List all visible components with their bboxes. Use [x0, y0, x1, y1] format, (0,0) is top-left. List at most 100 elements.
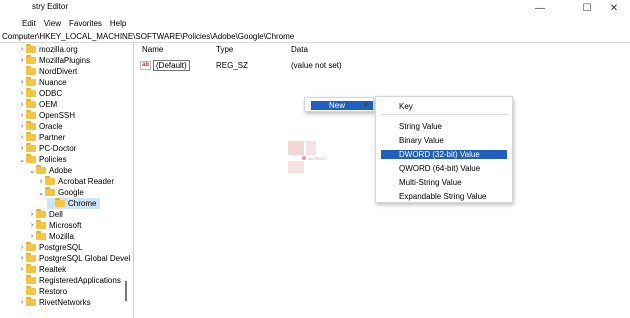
chevron-right-icon[interactable]: ›: [18, 46, 26, 53]
tree-item-microsoft[interactable]: › Microsoft: [28, 220, 81, 231]
tree-item-dell[interactable]: › Dell: [28, 209, 63, 220]
tree-item-label: Acrobat Reader: [58, 177, 115, 186]
chevron-right-icon[interactable]: ›: [18, 266, 26, 273]
tree-item-label: OEM: [39, 100, 58, 109]
tree-item-policies[interactable]: ⌄ Policies: [18, 154, 67, 165]
chevron-down-icon[interactable]: ⌄: [37, 189, 45, 197]
address-bar[interactable]: Computer\HKEY_LOCAL_MACHINE\SOFTWARE\Pol…: [0, 30, 630, 43]
folder-icon: [26, 253, 36, 262]
tree-item-label: Realtek: [39, 265, 67, 274]
folder-icon: [26, 264, 36, 273]
tree-item-label: Oracle: [39, 122, 63, 131]
chevron-right-icon[interactable]: ›: [28, 233, 36, 240]
folder-icon: [26, 132, 36, 141]
folder-icon: [26, 88, 36, 97]
chevron-right-icon[interactable]: ›: [18, 101, 26, 108]
chevron-right-icon[interactable]: ›: [18, 79, 26, 86]
menu-bar: Edit View Favorites Help: [0, 16, 630, 30]
watermark-logo: wccftech: [284, 139, 334, 175]
tree-item-label: ODBC: [39, 89, 63, 98]
tree-item-chrome[interactable]: Chrome: [47, 198, 101, 209]
close-icon: ✕: [609, 2, 619, 14]
tree-item-rivetnetworks[interactable]: › RivetNetworks: [18, 297, 91, 308]
column-header-name[interactable]: Name: [142, 45, 163, 54]
menu-favorites[interactable]: Favorites: [69, 19, 102, 28]
chevron-down-icon[interactable]: ⌄: [28, 167, 36, 175]
submenu-item-key[interactable]: Key: [399, 102, 413, 111]
tree-item-mozilla-org[interactable]: › mozilla.org: [18, 44, 78, 55]
column-header-data[interactable]: Data: [291, 45, 308, 54]
chevron-right-icon[interactable]: ›: [18, 244, 26, 251]
tree-item-oracle[interactable]: › Oracle: [18, 121, 63, 132]
tree-item-oem[interactable]: › OEM: [18, 99, 57, 110]
minimize-button[interactable]: —: [522, 0, 558, 16]
context-menu: New ▶: [304, 97, 374, 112]
close-button[interactable]: ✕: [598, 0, 630, 16]
tree-item-label: Chrome: [68, 199, 97, 208]
tree-scrollbar[interactable]: [125, 281, 127, 301]
tree-item-nuance[interactable]: › Nuance: [18, 77, 67, 88]
menu-help[interactable]: Help: [110, 19, 126, 28]
submenu-item-multi-string-value[interactable]: Multi-String Value: [399, 178, 462, 187]
tree-item-label: Google: [58, 188, 84, 197]
folder-icon: [36, 220, 46, 229]
submenu-item-expandable-string-value[interactable]: Expandable String Value: [399, 192, 486, 201]
tree-item-restoro[interactable]: Restoro: [18, 286, 67, 297]
chevron-right-icon[interactable]: ›: [28, 211, 36, 218]
folder-icon: [26, 99, 36, 108]
folder-icon: [26, 55, 36, 64]
menu-edit[interactable]: Edit: [22, 19, 36, 28]
string-value-icon: ab: [140, 60, 152, 70]
tree-item-odbc[interactable]: › ODBC: [18, 88, 62, 99]
folder-icon: [26, 44, 36, 53]
tree-item-partner[interactable]: › Partner: [18, 132, 65, 143]
value-row[interactable]: ab (Default): [140, 59, 190, 71]
chevron-right-icon[interactable]: ›: [18, 134, 26, 141]
chevron-right-icon[interactable]: ›: [18, 57, 26, 64]
menu-view[interactable]: View: [44, 19, 61, 28]
tree-item-google[interactable]: ⌄ Google: [37, 187, 84, 198]
chevron-down-icon[interactable]: ⌄: [18, 156, 26, 164]
folder-icon: [26, 66, 36, 75]
folder-icon: [26, 121, 36, 130]
folder-icon: [45, 187, 55, 196]
menu-item-new-label: New: [329, 101, 346, 110]
menu-separator: [381, 114, 509, 115]
submenu-item-dword-value[interactable]: DWORD (32-bit) Value: [399, 150, 480, 159]
new-submenu: Key String Value Binary Value DWORD (32-…: [375, 96, 513, 203]
submenu-item-qword-value[interactable]: QWORD (64-bit) Value: [399, 164, 480, 173]
value-type: REG_SZ: [216, 60, 249, 70]
column-header-type[interactable]: Type: [216, 45, 233, 54]
folder-icon: [26, 110, 36, 119]
chevron-right-icon[interactable]: ›: [18, 145, 26, 152]
tree-item-adobe[interactable]: ⌄ Adobe: [28, 165, 72, 176]
folder-icon: [26, 242, 36, 251]
tree-item-norddivert[interactable]: NordDivert: [18, 66, 77, 77]
tree-item-openssh[interactable]: › OpenSSH: [18, 110, 75, 121]
tree-item-realtek[interactable]: › Realtek: [18, 264, 66, 275]
tree-item-postgresql-global[interactable]: › PostgreSQL Global Devel: [18, 253, 130, 264]
chevron-right-icon[interactable]: ›: [18, 112, 26, 119]
tree-item-label: RegisteredApplications: [39, 276, 121, 285]
tree-item-postgresql[interactable]: › PostgreSQL: [18, 242, 83, 253]
chevron-right-icon[interactable]: ›: [18, 90, 26, 97]
key-tree: › mozilla.org › MozillaPlugins NordDivert …: [0, 43, 134, 318]
watermark-text: wccftech: [308, 156, 326, 161]
chevron-right-icon[interactable]: ›: [28, 222, 36, 229]
submenu-item-binary-value[interactable]: Binary Value: [399, 136, 444, 145]
chevron-right-icon[interactable]: ›: [18, 123, 26, 130]
tree-item-mozilla[interactable]: › Mozilla: [28, 231, 74, 242]
submenu-item-string-value[interactable]: String Value: [399, 122, 442, 131]
folder-icon: [26, 154, 36, 163]
tree-item-label: Microsoft: [49, 221, 82, 230]
tree-item-label: PostgreSQL: [39, 243, 83, 252]
tree-item-mozillaplugins[interactable]: › MozillaPlugins: [18, 55, 90, 66]
tree-item-registeredapplications[interactable]: RegisteredApplications: [18, 275, 121, 286]
tree-item-label: RivetNetworks: [39, 298, 91, 307]
chevron-right-icon[interactable]: ›: [18, 299, 26, 306]
chevron-right-icon[interactable]: ›: [37, 178, 45, 185]
tree-item-acrobat-reader[interactable]: › Acrobat Reader: [37, 176, 114, 187]
chevron-right-icon[interactable]: ›: [18, 255, 26, 262]
tree-item-pc-doctor[interactable]: › PC-Doctor: [18, 143, 76, 154]
minimize-icon: —: [535, 2, 545, 14]
